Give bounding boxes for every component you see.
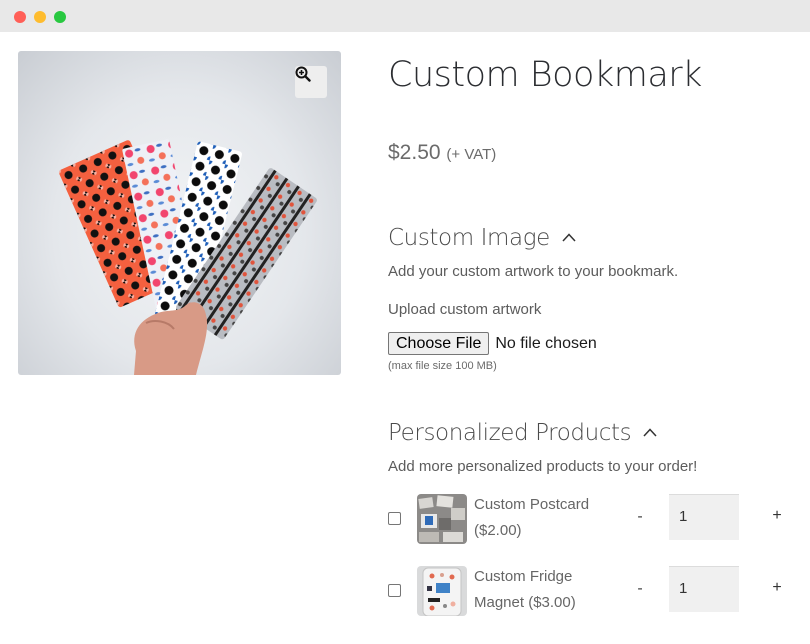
postcard-name: Custom Postcard <box>474 496 590 513</box>
upload-label: Upload custom artwork <box>388 301 542 318</box>
magnifier-plus-icon <box>295 66 311 82</box>
postcard-thumbnail <box>417 494 467 544</box>
fridge-magnet-increase-button[interactable]: + <box>770 579 784 597</box>
custom-image-heading[interactable]: Custom Image <box>388 225 576 251</box>
file-status: No file chosen <box>495 334 597 352</box>
postcard-label: Custom Postcard ($2.00) <box>474 492 614 544</box>
fridge-magnet-thumbnail <box>417 566 467 616</box>
fridge-magnet-quantity-input[interactable]: 1 <box>669 566 739 612</box>
select-postcard-checkbox[interactable] <box>388 512 401 525</box>
bookmarks-illustration <box>58 139 317 375</box>
chevron-up-icon[interactable] <box>562 231 576 245</box>
personalized-products-description: Add more personalized products to your o… <box>388 458 698 475</box>
fridge-magnet-label: Custom Fridge Magnet ($3.00) <box>474 564 614 616</box>
minimize-window-button[interactable] <box>34 11 46 23</box>
chevron-up-icon[interactable] <box>643 426 657 440</box>
max-file-size-note: (max file size 100 MB) <box>388 360 497 372</box>
postcard-quantity-input[interactable]: 1 <box>669 494 739 540</box>
price-vat-suffix: (+ VAT) <box>446 146 497 163</box>
price-amount: $2.50 <box>388 141 441 164</box>
product-title: Custom Bookmark <box>388 55 702 95</box>
custom-image-heading-text: Custom Image <box>388 225 550 251</box>
product-row-fridge-magnet: Custom Fridge Magnet ($3.00) - 1 + <box>388 566 798 616</box>
personalized-products-heading-text: Personalized Products <box>388 420 632 446</box>
close-window-button[interactable] <box>14 11 26 23</box>
choose-file-button[interactable]: Choose File <box>388 332 490 355</box>
personalized-products-heading[interactable]: Personalized Products <box>388 420 657 446</box>
fridge-magnet-name: Custom Fridge <box>474 568 573 585</box>
postcard-decrease-button[interactable]: - <box>634 508 646 526</box>
product-row-postcard: Custom Postcard ($2.00) - 1 + <box>388 494 798 544</box>
hand <box>134 302 208 375</box>
window-titlebar <box>0 0 810 32</box>
postcard-price: ($2.00) <box>474 522 522 539</box>
fridge-magnet-name-price: Magnet ($3.00) <box>474 594 576 611</box>
select-fridge-magnet-checkbox[interactable] <box>388 584 401 597</box>
fridge-magnet-decrease-button[interactable]: - <box>634 580 646 598</box>
postcard-increase-button[interactable]: + <box>770 507 784 525</box>
custom-image-description: Add your custom artwork to your bookmark… <box>388 263 679 280</box>
product-image[interactable] <box>18 51 341 375</box>
file-upload-input[interactable]: Choose File No file chosen <box>388 332 597 355</box>
maximize-window-button[interactable] <box>54 11 66 23</box>
product-price: $2.50 (+ VAT) <box>388 141 496 165</box>
zoom-image-button[interactable] <box>295 66 327 98</box>
